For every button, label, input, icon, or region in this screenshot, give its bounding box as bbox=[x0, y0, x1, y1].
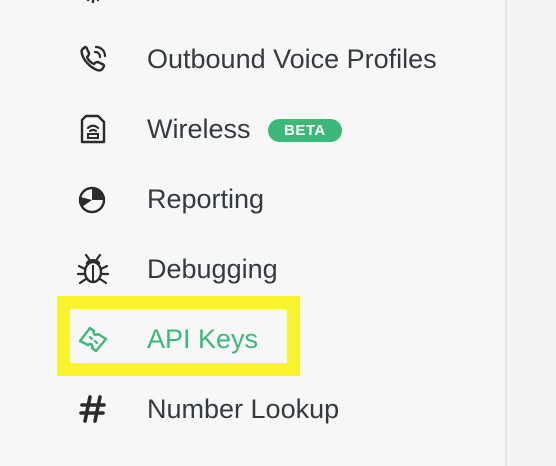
sidebar-item-wireless[interactable]: Wireless BETA bbox=[0, 105, 505, 153]
hashtag-icon bbox=[74, 393, 112, 425]
sidebar-item-debugging[interactable]: Debugging bbox=[0, 245, 505, 293]
sidebar-item-outbound-voice-profiles[interactable]: Outbound Voice Profiles bbox=[0, 35, 505, 83]
sidebar-item-label: Reporting bbox=[147, 184, 265, 214]
partial-nav-icon bbox=[78, 0, 108, 6]
main-content-edge bbox=[507, 0, 556, 466]
sim-card-icon bbox=[74, 113, 112, 145]
sidebar-item-reporting[interactable]: Reporting bbox=[0, 175, 505, 223]
sidebar-item-api-keys[interactable]: API Keys bbox=[0, 315, 505, 363]
sidebar-item-number-lookup[interactable]: Number Lookup bbox=[0, 385, 505, 433]
sidebar-nav: Outbound Voice Profiles Wireless BETA Re… bbox=[0, 0, 507, 466]
sidebar-item-label: Debugging bbox=[147, 254, 278, 284]
sidebar-item-label: Wireless bbox=[147, 114, 251, 144]
pie-chart-icon bbox=[74, 183, 112, 215]
sidebar-item-label: Outbound Voice Profiles bbox=[147, 44, 437, 74]
beta-badge: BETA bbox=[268, 119, 342, 142]
bug-icon bbox=[74, 253, 112, 285]
key-ticket-icon bbox=[74, 323, 112, 355]
sidebar-item-label: Number Lookup bbox=[147, 394, 340, 424]
sidebar-item-label: API Keys bbox=[147, 324, 259, 354]
phone-ringing-icon bbox=[74, 43, 112, 75]
